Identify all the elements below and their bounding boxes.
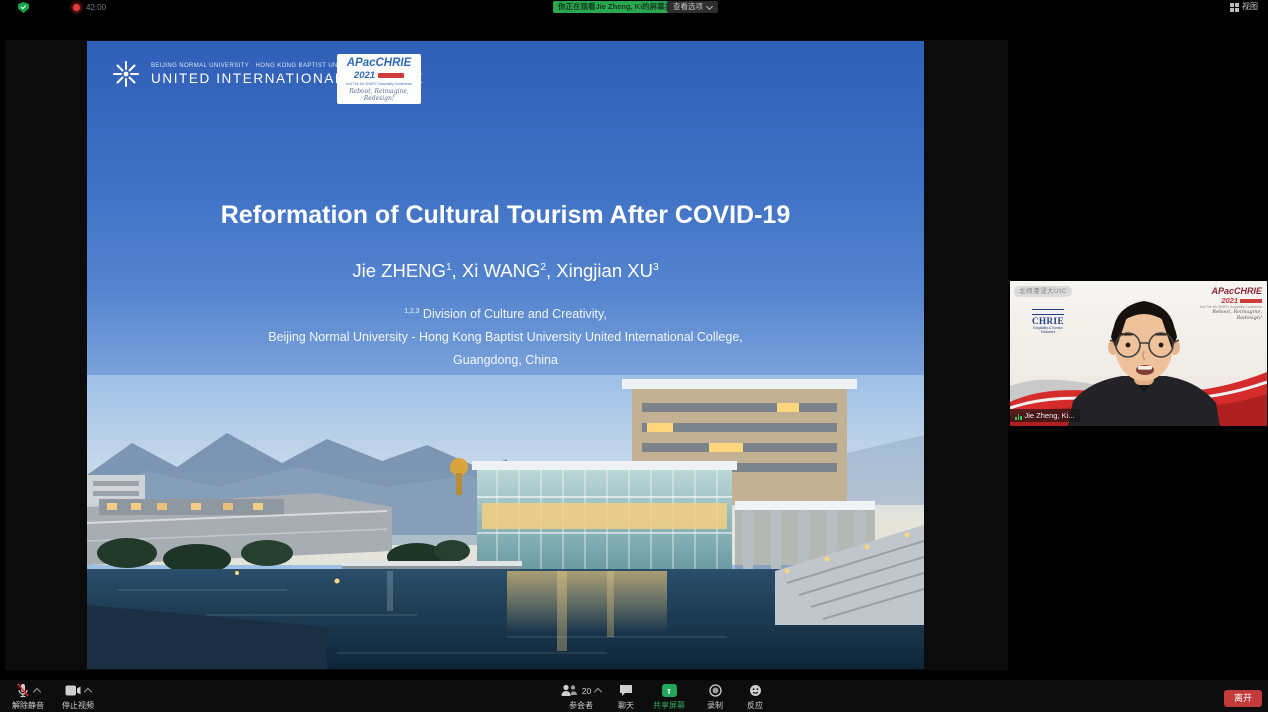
chat-bubble-icon [619,684,633,697]
recording-dot-icon [73,4,80,11]
apacchrie-red-banner [378,73,404,78]
apacchrie-subtitle: And The 4th SHARC Hospitality Conference [337,82,421,86]
chat-label: 聊天 [618,700,634,711]
participant-name-label: Jie Zheng, Ki... [1010,409,1080,422]
stop-video-button[interactable]: 停止视频 [52,683,104,711]
reactions-label: 反应 [747,700,763,711]
chevron-up-icon[interactable] [33,687,41,695]
camera-icon [65,685,81,696]
participants-count: 20 [582,686,591,696]
speaker-portrait [1010,281,1267,426]
share-screen-button[interactable]: 共享屏幕 [643,683,695,711]
chevron-up-icon[interactable] [84,687,92,695]
audio-level-icon [1015,412,1022,420]
leave-meeting-button[interactable]: 离开 [1224,690,1262,707]
meeting-toolbar: 解除静音 停止视频 20 [0,680,1268,712]
share-screen-label: 共享屏幕 [653,700,685,711]
view-options-button[interactable]: 查看选项 [667,1,718,13]
apacchrie-year: 2021 [354,70,375,81]
slide-authors: Jie ZHENG1, Xi WANG2, Xingjian XU3 [87,260,924,282]
microphone-muted-icon [16,683,30,698]
slide-title: Reformation of Cultural Tourism After CO… [87,201,924,230]
share-screen-icon [662,684,677,697]
meeting-window: 42:00 你正在观看Jie Zheng, Ki的屏幕共享 查看选项 视图 [0,0,1268,712]
smiley-reactions-icon [749,684,762,697]
encryption-shield-icon [18,2,29,13]
view-layout-label: 视图 [1242,1,1258,13]
participants-label: 参会者 [569,700,593,711]
record-label: 录制 [707,700,723,711]
record-icon [709,684,722,697]
viewing-share-banner: 你正在观看Jie Zheng, Ki的屏幕共享 [553,1,685,13]
unmute-label: 解除静音 [12,700,44,711]
recording-timer: 42:00 [86,3,106,12]
affiliation-line1: 1,2,3 Division of Culture and Creativity… [87,307,924,321]
reactions-button[interactable]: 反应 [729,683,781,711]
uic-flower-icon [110,58,142,90]
affiliation-line2: Beijing Normal University - Hong Kong Ba… [87,330,924,344]
apacchrie-tagline: Reboot, Reimagine, Redesign! [337,88,421,102]
view-options-label: 查看选项 [673,1,703,13]
chevron-down-icon [706,2,713,9]
presentation-slide: BEIJING NORMAL UNIVERSITY · HONG KONG BA… [87,41,924,669]
view-layout-button[interactable]: 视图 [1226,1,1262,13]
participant-video-tile[interactable]: 北师港浸大UIC CHRIE Hospitality & Tourism Edu… [1010,281,1267,426]
stop-video-label: 停止视频 [62,700,94,711]
top-bar: 42:00 你正在观看Jie Zheng, Ki的屏幕共享 查看选项 视图 [0,0,1268,15]
participants-icon [561,684,578,697]
apacchrie-logo: APacCHRIE 2021 And The 4th SHARC Hospita… [337,54,421,104]
affiliation-line3: Guangdong, China [87,353,924,367]
apacchrie-name: APacCHRIE [337,58,421,69]
grid-layout-icon [1230,3,1239,12]
unmute-button[interactable]: 解除静音 [2,683,54,711]
campus-photo [87,375,924,669]
